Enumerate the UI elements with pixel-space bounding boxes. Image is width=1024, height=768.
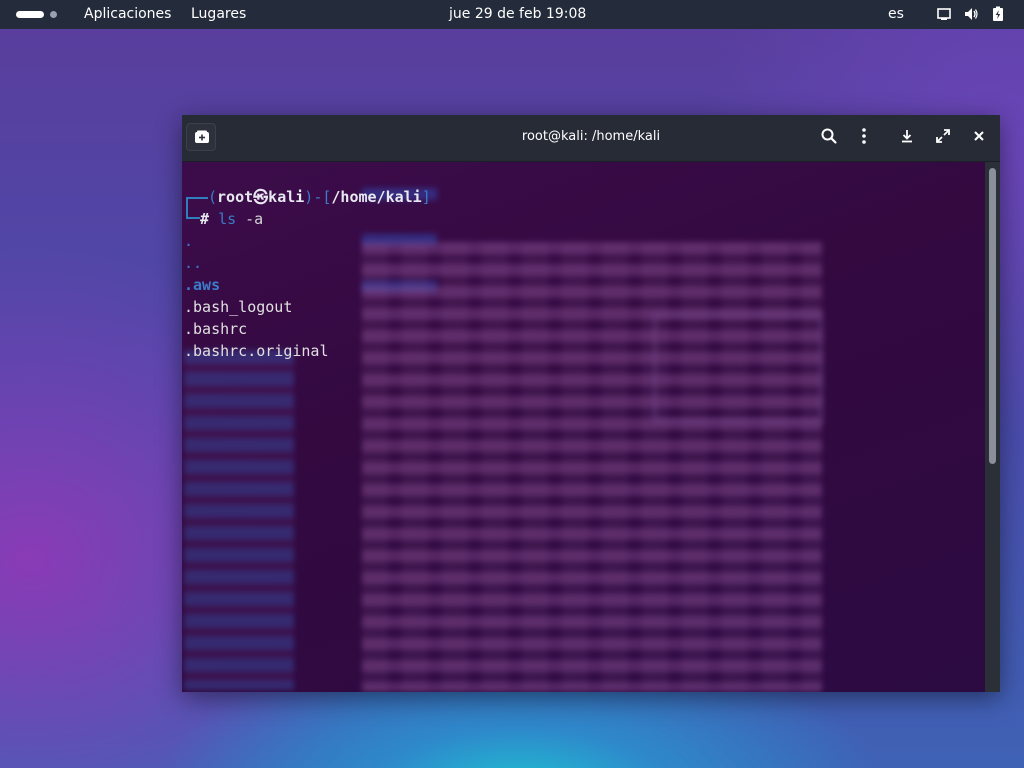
terminal-titlebar[interactable]: root@kali: /home/kali xyxy=(182,115,1000,162)
command-argument: -a xyxy=(236,210,264,228)
battery-icon[interactable] xyxy=(991,6,1009,24)
scrollbar-thumb[interactable] xyxy=(989,168,996,464)
minimize-icon[interactable] xyxy=(898,127,918,147)
prompt-hash: # xyxy=(200,210,219,228)
applications-menu[interactable]: Aplicaciones xyxy=(84,6,171,23)
language-indicator[interactable]: es xyxy=(888,6,904,23)
display-icon[interactable] xyxy=(936,6,954,24)
prompt-corner-bottom xyxy=(186,208,200,219)
list-item: .bashrc.original xyxy=(184,342,329,360)
blurred-background-content xyxy=(184,350,294,690)
scrollbar[interactable] xyxy=(985,162,1000,692)
places-menu[interactable]: Lugares xyxy=(191,6,246,23)
window-title: root@kali: /home/kali xyxy=(521,129,661,144)
terminal-window[interactable]: root@kali: /home/kali (root㉿kali)-[/home… xyxy=(182,115,1000,692)
top-panel: Aplicaciones Lugares jue 29 de feb 19:08… xyxy=(0,0,1024,29)
workspace-indicator-icon[interactable] xyxy=(16,11,60,19)
prompt-user: root xyxy=(217,188,254,206)
command-text: ls xyxy=(218,210,237,228)
prompt-paren: ( xyxy=(208,188,218,206)
search-icon[interactable] xyxy=(820,127,840,147)
prompt-at-symbol: ㉿ xyxy=(253,188,269,206)
terminal-output: (root㉿kali)-[/home/kali] # ls -a . .. .a… xyxy=(184,186,974,362)
terminal-content[interactable]: (root㉿kali)-[/home/kali] # ls -a . .. .a… xyxy=(182,162,985,692)
volume-icon[interactable] xyxy=(963,6,981,24)
prompt-line-1: (root㉿kali)-[/home/kali] xyxy=(184,186,974,208)
inactive-workspace-dot xyxy=(50,11,57,18)
clock[interactable]: jue 29 de feb 19:08 xyxy=(449,6,586,23)
active-workspace-pill xyxy=(16,11,44,18)
list-item: .. xyxy=(184,254,203,272)
close-icon[interactable] xyxy=(970,127,990,147)
prompt-bracket-end: ] xyxy=(421,188,431,206)
list-item: .bashrc xyxy=(184,320,248,338)
list-item: .aws xyxy=(184,276,221,294)
maximize-icon[interactable] xyxy=(934,127,954,147)
list-item: . xyxy=(184,232,194,250)
prompt-line-2: # ls -a xyxy=(184,208,974,230)
prompt-corner-top xyxy=(186,197,208,208)
prompt-host: kali xyxy=(268,188,305,206)
menu-icon[interactable] xyxy=(855,127,875,147)
list-item: .bash_logout xyxy=(184,298,293,316)
prompt-path: /home/kali xyxy=(331,188,422,206)
prompt-bracket: )-[ xyxy=(304,188,332,206)
